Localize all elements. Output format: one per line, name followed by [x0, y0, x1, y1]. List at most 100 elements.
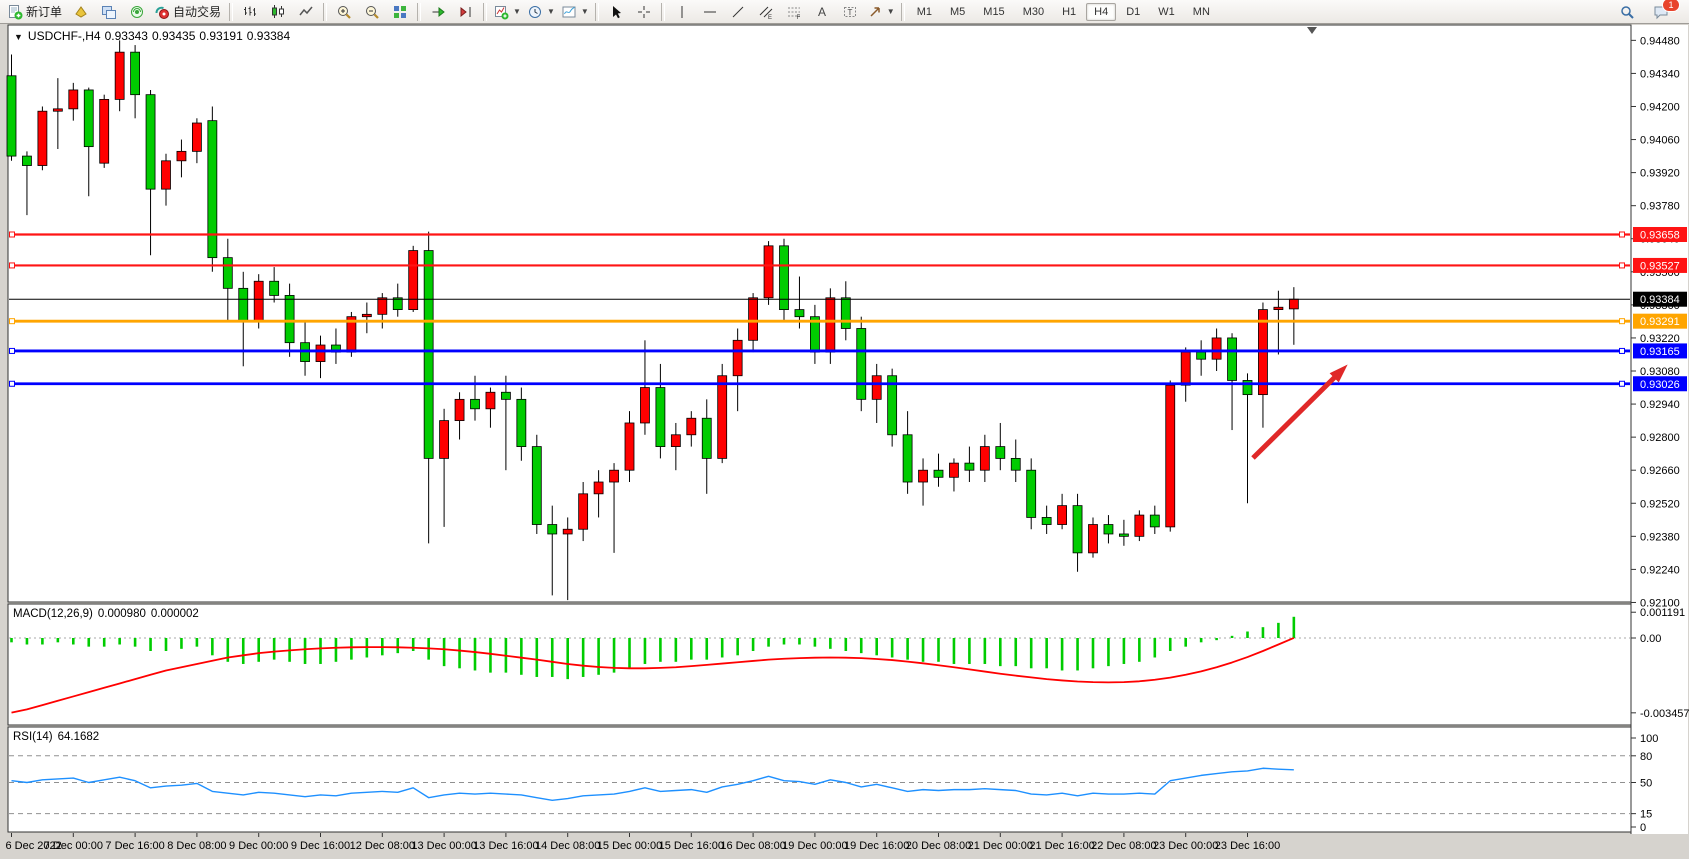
ohlc-high: 0.93435 — [152, 29, 195, 43]
zoom-in-icon — [336, 4, 352, 20]
line-chart-button[interactable] — [292, 1, 320, 23]
auto-scroll-button[interactable] — [424, 1, 452, 23]
svg-text:15 Dec 16:00: 15 Dec 16:00 — [659, 840, 724, 852]
templates-icon — [561, 4, 577, 20]
svg-text:0.92240: 0.92240 — [1640, 564, 1680, 576]
templates-button[interactable]: ▼ — [558, 1, 592, 23]
chart-title: ▼USDCHF-,H40.933430.934350.931910.93384 — [14, 29, 294, 43]
cursor-icon — [608, 4, 624, 20]
notifications-button[interactable]: 1 — [1647, 1, 1675, 23]
charts-icon — [101, 4, 117, 20]
svg-text:-0.003457: -0.003457 — [1640, 708, 1689, 720]
rsi-indicator-label: RSI(14)64.1682 — [13, 731, 104, 743]
new-order-button[interactable]: 新订单 — [4, 1, 67, 23]
bar-chart-icon — [242, 4, 258, 20]
vertical-line-icon — [674, 4, 690, 20]
price-chart-canvas[interactable]: 0.944800.943400.942000.940600.939200.937… — [0, 0, 1689, 859]
crosshair-icon — [636, 4, 652, 20]
trendline-button[interactable] — [724, 1, 752, 23]
svg-text:0.93384: 0.93384 — [1640, 294, 1680, 306]
tf-m15-button[interactable]: M15 — [975, 3, 1012, 21]
mt4-window: 新订单自动交易▼▼▼EFAT▼M1M5M15M30H1H4D1W1MN 1 0.… — [0, 0, 1689, 859]
tf-mn-button[interactable]: MN — [1185, 3, 1218, 21]
line-chart-icon — [298, 4, 314, 20]
svg-text:0.93291: 0.93291 — [1640, 316, 1680, 328]
bar-chart-button[interactable] — [236, 1, 264, 23]
toolbar-separator — [417, 3, 421, 21]
toolbar-separator — [229, 3, 233, 21]
arrows-button[interactable]: ▼ — [864, 1, 898, 23]
autotrade-label: 自动交易 — [173, 3, 223, 20]
svg-text:0.00: 0.00 — [1640, 633, 1661, 645]
line-handle[interactable] — [1620, 348, 1625, 353]
dropdown-arrow-icon: ▼ — [581, 7, 589, 16]
vertical-line-button[interactable] — [668, 1, 696, 23]
zoom-in-button[interactable] — [330, 1, 358, 23]
date-axis: 6 Dec 20227 Dec 00:007 Dec 16:008 Dec 08… — [6, 833, 1281, 852]
tf-w1-button[interactable]: W1 — [1150, 3, 1183, 21]
label-button[interactable]: T — [836, 1, 864, 23]
periods-button[interactable]: ▼ — [524, 1, 558, 23]
macd-main-value: 0.000980 — [98, 608, 146, 620]
svg-text:0.94480: 0.94480 — [1640, 35, 1680, 47]
dropdown-arrow-icon: ▼ — [513, 7, 521, 16]
search-button[interactable] — [1613, 1, 1641, 23]
horizontal-line-button[interactable] — [696, 1, 724, 23]
quotes-button[interactable] — [67, 1, 95, 23]
line-handle[interactable] — [10, 348, 15, 353]
line-handle[interactable] — [10, 319, 15, 324]
panel-backgrounds — [8, 25, 1688, 834]
toolbar-separator — [483, 3, 487, 21]
horizontal-line-icon — [702, 4, 718, 20]
zoom-out-button[interactable] — [358, 1, 386, 23]
tile-windows-icon — [392, 4, 408, 20]
search-icon — [1619, 4, 1635, 20]
text-button[interactable]: A — [808, 1, 836, 23]
line-handle[interactable] — [1620, 319, 1625, 324]
svg-text:50: 50 — [1640, 778, 1652, 790]
charts-button[interactable] — [95, 1, 123, 23]
svg-text:0.93780: 0.93780 — [1640, 201, 1680, 213]
rsi-value: 64.1682 — [58, 731, 100, 743]
ohlc-open: 0.93343 — [105, 29, 148, 43]
line-handle[interactable] — [1620, 381, 1625, 386]
tf-d1-button[interactable]: D1 — [1118, 3, 1148, 21]
channel-button[interactable]: E — [752, 1, 780, 23]
new-order-label: 新订单 — [26, 3, 64, 20]
indicators-button[interactable]: ▼ — [490, 1, 524, 23]
toolbar-left-groups: 新订单自动交易▼▼▼EFAT▼M1M5M15M30H1H4D1W1MN — [4, 1, 1219, 23]
signal-button[interactable] — [123, 1, 151, 23]
toolbar-separator — [595, 3, 599, 21]
arrows-icon — [867, 4, 883, 20]
line-handle[interactable] — [1620, 232, 1625, 237]
svg-text:7 Dec 16:00: 7 Dec 16:00 — [105, 840, 164, 852]
toolbar-separator — [661, 3, 665, 21]
cursor-button[interactable] — [602, 1, 630, 23]
svg-text:A: A — [818, 5, 826, 19]
new-order-icon — [7, 4, 23, 20]
svg-text:21 Dec 00:00: 21 Dec 00:00 — [968, 840, 1033, 852]
fibonacci-button[interactable]: F — [780, 1, 808, 23]
svg-text:16 Dec 08:00: 16 Dec 08:00 — [720, 840, 785, 852]
tf-m1-button[interactable]: M1 — [909, 3, 940, 21]
svg-text:15: 15 — [1640, 809, 1652, 821]
tf-m5-button[interactable]: M5 — [942, 3, 973, 21]
autotrade-button[interactable]: 自动交易 — [151, 1, 226, 23]
line-handle[interactable] — [1620, 263, 1625, 268]
chart-shift-button[interactable] — [452, 1, 480, 23]
line-handle[interactable] — [10, 263, 15, 268]
chart-collapse-icon[interactable]: ▼ — [14, 32, 23, 42]
tile-windows-button[interactable] — [386, 1, 414, 23]
line-handle[interactable] — [10, 232, 15, 237]
crosshair-button[interactable] — [630, 1, 658, 23]
line-handle[interactable] — [10, 381, 15, 386]
svg-text:23 Dec 00:00: 23 Dec 00:00 — [1153, 840, 1218, 852]
tf-h4-button[interactable]: H4 — [1086, 3, 1116, 21]
tf-h1-button[interactable]: H1 — [1054, 3, 1084, 21]
svg-text:T: T — [847, 8, 852, 17]
svg-text:14 Dec 08:00: 14 Dec 08:00 — [535, 840, 600, 852]
notification-badge: 1 — [1662, 0, 1680, 12]
candlestick-button[interactable] — [264, 1, 292, 23]
tf-m30-button[interactable]: M30 — [1015, 3, 1052, 21]
svg-text:0.94060: 0.94060 — [1640, 135, 1680, 147]
